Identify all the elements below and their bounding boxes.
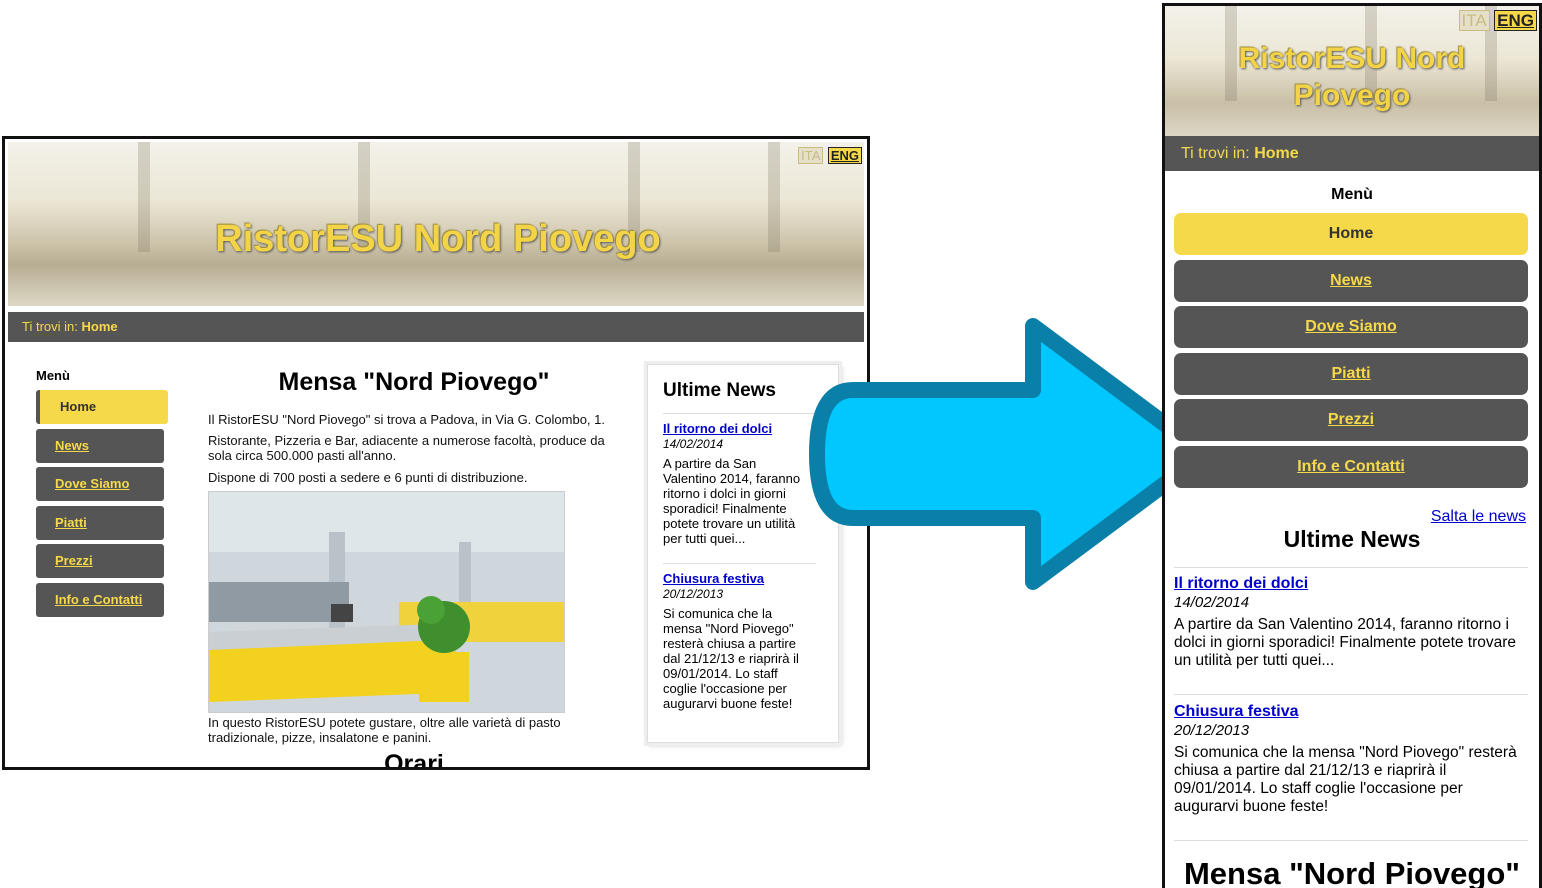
menu-item-home[interactable]: Home: [1174, 213, 1528, 255]
mobile-screenshot: ITA ENG RistorESU Nord Piovego Ti trovi …: [1162, 3, 1542, 888]
capacity-paragraph: Dispone di 700 posti a sedere e 6 punti …: [208, 470, 528, 485]
page-title: Mensa "Nord Piovego": [278, 368, 550, 396]
news-excerpt: Si comunica che la mensa "Nord Piovego" …: [663, 606, 799, 711]
menu-item-info-contatti[interactable]: Info e Contatti: [36, 583, 164, 617]
breadcrumb-current: Home: [81, 319, 118, 334]
menu-item-news[interactable]: News: [36, 429, 164, 463]
news-title: Ultime News: [1283, 526, 1421, 552]
news-separator: [1174, 694, 1528, 695]
photo-caption: In questo RistorESU potete gustare, oltr…: [208, 715, 561, 745]
news-link-chiusura-festiva[interactable]: Chiusura festiva: [1174, 703, 1298, 721]
lang-eng-link[interactable]: ENG: [1494, 10, 1537, 31]
lang-eng-link[interactable]: ENG: [827, 147, 862, 164]
page-title: Mensa "Nord Piovego": [1183, 856, 1520, 888]
lang-ita-link[interactable]: ITA: [798, 147, 824, 164]
lang-ita-link[interactable]: ITA: [1458, 10, 1490, 31]
news-link-ritorno-dolci[interactable]: Il ritorno dei dolci: [1174, 575, 1308, 593]
breadcrumb-prefix: Ti trovi in:: [22, 319, 78, 334]
news-date: 20/12/2013: [663, 587, 724, 601]
language-switcher: ITA ENG: [798, 147, 862, 165]
menu-label: Menù: [1331, 186, 1373, 203]
news-separator: [1174, 840, 1528, 841]
menu-item-dove-siamo[interactable]: Dove Siamo: [36, 467, 164, 501]
menu-item-home[interactable]: Home: [36, 390, 168, 424]
news-separator: [1174, 567, 1528, 568]
news-excerpt: A partire da San Valentino 2014, faranno…: [1174, 616, 1517, 669]
menu-item-prezzi[interactable]: Prezzi: [36, 544, 164, 578]
news-separator: [663, 563, 816, 564]
language-switcher: ITA ENG: [1458, 10, 1537, 31]
site-title: RistorESU Nord Piovego: [1165, 40, 1539, 114]
news-date: 20/12/2013: [1174, 722, 1250, 739]
news-excerpt: A partire da San Valentino 2014, faranno…: [663, 456, 801, 546]
news-separator: [663, 413, 816, 414]
menu-item-news[interactable]: News: [1174, 260, 1528, 302]
header-banner: ITA ENG RistorESU Nord Piovego: [1165, 6, 1539, 136]
news-link-chiusura-festiva[interactable]: Chiusura festiva: [663, 571, 764, 586]
menu-item-dove-siamo[interactable]: Dove Siamo: [1174, 306, 1528, 348]
skip-news-link[interactable]: Salta le news: [1431, 508, 1526, 526]
site-title-line: RistorESU Nord: [1238, 42, 1466, 75]
site-title-line: Piovego: [1293, 79, 1411, 112]
news-date: 14/02/2014: [663, 437, 724, 451]
news-date: 14/02/2014: [1174, 594, 1250, 611]
header-banner: ITA ENG RistorESU Nord Piovego: [8, 142, 864, 306]
news-link-ritorno-dolci[interactable]: Il ritorno dei dolci: [663, 421, 772, 436]
description-paragraph: Ristorante, Pizzeria e Bar, adiacente a …: [208, 433, 605, 463]
breadcrumb: Ti trovi in: Home: [1165, 136, 1539, 171]
menu-item-prezzi[interactable]: Prezzi: [1174, 399, 1528, 441]
site-title: RistorESU Nord Piovego: [215, 218, 661, 260]
menu-item-piatti[interactable]: Piatti: [1174, 353, 1528, 395]
canteen-photo: [208, 491, 565, 713]
menu-label: Menù: [36, 368, 70, 383]
menu-item-piatti[interactable]: Piatti: [36, 506, 164, 540]
desktop-screenshot: ITA ENG RistorESU Nord Piovego Ti trovi …: [2, 136, 870, 770]
breadcrumb-prefix: Ti trovi in:: [1181, 145, 1250, 162]
menu-item-info-contatti[interactable]: Info e Contatti: [1174, 446, 1528, 488]
news-title: Ultime News: [663, 380, 776, 401]
breadcrumb-current: Home: [1254, 145, 1299, 162]
news-excerpt: Si comunica che la mensa "Nord Piovego" …: [1174, 744, 1517, 815]
breadcrumb: Ti trovi in: Home: [8, 312, 864, 342]
intro-paragraph: Il RistorESU "Nord Piovego" si trova a P…: [208, 412, 606, 427]
orari-heading: Orari: [384, 750, 444, 770]
